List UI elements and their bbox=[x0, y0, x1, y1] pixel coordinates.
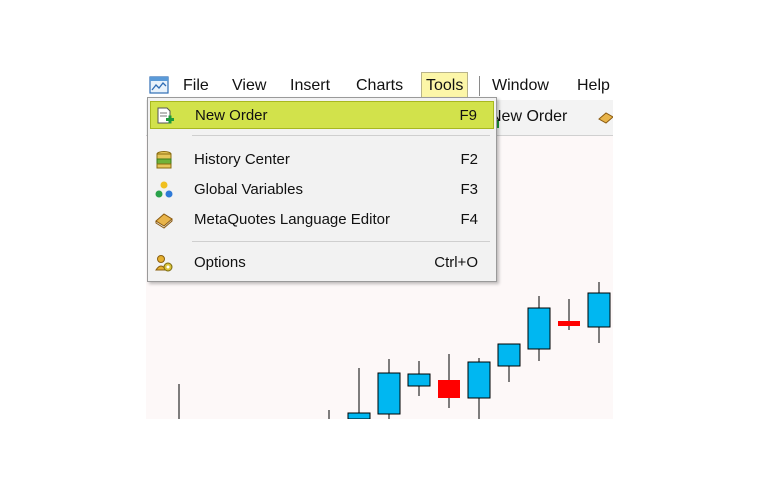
bull-candle bbox=[347, 412, 371, 419]
variables-icon bbox=[155, 181, 173, 198]
menu-separator bbox=[192, 135, 490, 136]
menu-item-history-center[interactable]: History Center F2 bbox=[150, 146, 494, 174]
options-gear-icon bbox=[155, 255, 173, 272]
toolbar-new-order-button[interactable]: New Order bbox=[490, 108, 567, 126]
bull-candle bbox=[587, 292, 611, 328]
bull-candle bbox=[497, 343, 521, 367]
menu-item-label: History Center bbox=[194, 151, 290, 168]
bear-candle bbox=[438, 380, 460, 398]
menu-window[interactable]: Window bbox=[492, 72, 549, 100]
bull-candle bbox=[407, 373, 431, 387]
menu-insert[interactable]: Insert bbox=[290, 72, 330, 100]
menu-item-label: New Order bbox=[195, 107, 268, 124]
menu-item-metaquotes-editor[interactable]: MetaQuotes Language Editor F4 bbox=[150, 206, 494, 234]
tools-dropdown-menu: New Order F9 History Center F2 Global Va… bbox=[147, 97, 497, 282]
menu-charts[interactable]: Charts bbox=[356, 72, 403, 100]
menu-item-shortcut: F4 bbox=[460, 211, 478, 228]
menu-file[interactable]: File bbox=[183, 72, 209, 100]
database-icon bbox=[156, 151, 172, 169]
bull-candle bbox=[377, 372, 401, 415]
menu-item-shortcut: F9 bbox=[459, 107, 477, 124]
menu-item-shortcut: F2 bbox=[460, 151, 478, 168]
editor-book-icon bbox=[155, 213, 173, 229]
menu-help[interactable]: Help bbox=[577, 72, 610, 100]
menu-tools[interactable]: Tools bbox=[421, 72, 469, 100]
menu-item-shortcut: F3 bbox=[460, 181, 478, 198]
bear-candle bbox=[558, 321, 580, 326]
bull-candle bbox=[467, 361, 491, 399]
menu-view[interactable]: View bbox=[232, 72, 266, 100]
menu-separator bbox=[192, 241, 490, 242]
app-chart-icon[interactable] bbox=[149, 76, 169, 94]
menu-item-global-variables[interactable]: Global Variables F3 bbox=[150, 176, 494, 204]
menu-item-new-order[interactable]: New Order F9 bbox=[150, 101, 494, 129]
new-order-icon bbox=[157, 107, 174, 124]
menu-item-label: Options bbox=[194, 254, 246, 271]
toolbar-editor-icon[interactable] bbox=[598, 110, 613, 126]
bull-candle bbox=[527, 307, 551, 350]
menu-bar: File View Insert Charts Tools Window Hel… bbox=[146, 72, 613, 100]
menu-divider bbox=[479, 76, 480, 96]
menu-item-options[interactable]: Options Ctrl+O bbox=[150, 249, 494, 277]
menu-item-label: MetaQuotes Language Editor bbox=[194, 211, 390, 228]
menu-item-shortcut: Ctrl+O bbox=[434, 254, 478, 271]
menu-item-label: Global Variables bbox=[194, 181, 303, 198]
